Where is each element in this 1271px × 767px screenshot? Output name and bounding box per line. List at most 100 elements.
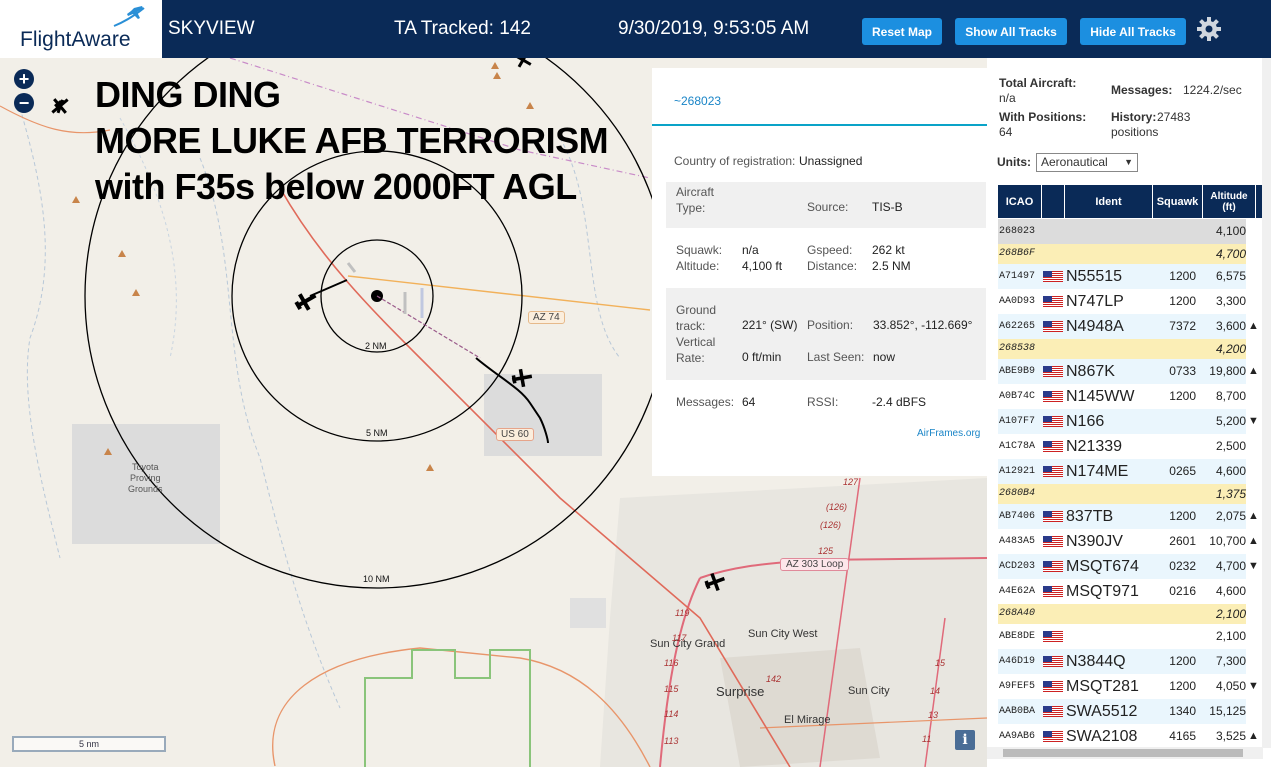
row-icao: 268538: [999, 343, 1036, 354]
aircraft-icon[interactable]: [47, 93, 74, 120]
table-row[interactable]: AA9AB6 SWA2108 4165 3,525 ▲: [998, 724, 1259, 749]
row-altitude: 4,200: [1215, 342, 1246, 356]
logo-plane-icon: [113, 6, 145, 27]
place-label: Sun City: [848, 685, 890, 697]
row-icao: A46D19: [999, 656, 1036, 667]
table-row[interactable]: A62265 N4948A 7372 3,600 ▲: [998, 314, 1259, 339]
col-ident[interactable]: Ident: [1065, 185, 1153, 218]
aircraft-icon[interactable]: [511, 58, 535, 71]
road-label-az74: AZ 74: [528, 311, 565, 324]
map-info-button[interactable]: i: [955, 730, 975, 750]
table-row[interactable]: A4E62A MSQT971 0216 4,600: [998, 579, 1246, 604]
road-number: 14: [930, 686, 941, 696]
units-select[interactable]: Aeronautical ▼: [1036, 153, 1138, 172]
road-number: 113: [664, 736, 679, 746]
row-altitude: 1,375: [1215, 487, 1246, 501]
table-row[interactable]: 268A40 2,100: [998, 604, 1246, 624]
us-flag-icon: [1043, 631, 1063, 642]
table-row[interactable]: A9FEF5 MSQT281 1200 4,050 ▼: [998, 674, 1259, 699]
row-altitude: 3,300: [1215, 294, 1246, 308]
ground-track-value: 221° (SW): [742, 318, 798, 332]
table-row[interactable]: A0B74C N145WW 1200 8,700: [998, 384, 1246, 409]
vertical-scrollbar[interactable]: [1262, 58, 1271, 748]
place-label: Sun City West: [748, 628, 818, 640]
us-flag-icon: [1043, 441, 1063, 452]
table-row[interactable]: AAB0BA SWA5512 1340 15,125: [998, 699, 1246, 724]
zoom-out-button[interactable]: −: [14, 93, 34, 113]
us-flag-icon: [1043, 466, 1063, 477]
row-altitude: 3,600: [1215, 319, 1246, 333]
position-label: Position:: [807, 318, 854, 332]
row-icao: AB7406: [999, 511, 1036, 522]
overlay-text-line: MORE LUKE AFB TERRORISM: [95, 120, 609, 161]
us-flag-icon: [1043, 391, 1063, 402]
table-row[interactable]: A71497 N55515 1200 6,575: [998, 264, 1246, 289]
row-altitude-trend: ▲: [1248, 535, 1259, 547]
table-row[interactable]: AA0D93 N747LP 1200 3,300: [998, 289, 1246, 314]
table-row[interactable]: 268538 4,200: [998, 339, 1246, 359]
row-squawk: 1200: [1169, 654, 1196, 668]
row-icao: A4E62A: [999, 586, 1036, 597]
table-row[interactable]: AB7406 837TB 1200 2,075 ▲: [998, 504, 1259, 529]
row-altitude: 4,600: [1215, 464, 1246, 478]
road-number: 117: [672, 633, 687, 643]
table-row[interactable]: A12921 N174ME 0265 4,600: [998, 459, 1246, 484]
table-row[interactable]: 2680B4 1,375: [998, 484, 1246, 504]
col-flag[interactable]: [1042, 185, 1065, 218]
place-label: Sun City Grand: [650, 638, 726, 650]
squawk-label: Squawk:: [676, 243, 723, 257]
col-altitude[interactable]: Altitude (ft): [1203, 185, 1256, 218]
hide-all-tracks-button[interactable]: Hide All Tracks: [1080, 18, 1186, 45]
row-altitude: 19,800: [1209, 364, 1246, 378]
row-altitude: 4,700: [1215, 559, 1246, 573]
table-row[interactable]: ACD203 MSQT674 0232 4,700 ▼: [998, 554, 1259, 579]
road-number: 116: [664, 658, 679, 668]
selected-aircraft-icon[interactable]: [292, 288, 320, 315]
row-icao: ACD203: [999, 561, 1036, 572]
zoom-in-button[interactable]: +: [14, 69, 34, 89]
row-altitude-trend: ▲: [1248, 730, 1259, 742]
row-ident: MSQT971: [1066, 583, 1139, 600]
scrollbar-thumb[interactable]: [1003, 749, 1243, 757]
row-icao: 2680B4: [999, 488, 1036, 499]
table-row[interactable]: A483A5 N390JV 2601 10,700 ▲: [998, 529, 1259, 554]
row-altitude-trend: ▼: [1248, 415, 1259, 427]
urban-area: [720, 648, 880, 767]
road-number: 142: [766, 674, 782, 684]
messages-rate-label: Messages:: [1111, 83, 1173, 97]
show-all-tracks-button[interactable]: Show All Tracks: [955, 18, 1067, 45]
table-row[interactable]: ABE9B9 N867K 0733 19,800 ▲: [998, 359, 1259, 384]
col-squawk[interactable]: Squawk: [1153, 185, 1203, 218]
table-row[interactable]: A1C78A N21339 2,500: [998, 434, 1246, 459]
table-row[interactable]: A46D19 N3844Q 1200 7,300: [998, 649, 1246, 674]
row-icao: 268023: [999, 226, 1036, 237]
overlay-text-line: with F35s below 2000FT AGL: [95, 166, 577, 207]
row-altitude: 4,700: [1215, 247, 1246, 261]
row-ident: N145WW: [1066, 388, 1135, 405]
reset-map-button[interactable]: Reset Map: [862, 18, 942, 45]
popup-icao-link[interactable]: ~268023: [674, 94, 721, 108]
horizontal-scrollbar[interactable]: [987, 747, 1263, 759]
table-row[interactable]: 268B6F 4,700: [998, 244, 1246, 264]
row-ident: N747LP: [1066, 293, 1124, 310]
last-seen-value: now: [873, 350, 896, 364]
table-row[interactable]: A107F7 N166 5,200 ▼: [998, 409, 1259, 434]
ring-label-5nm: 5 NM: [366, 428, 388, 438]
gspeed-value: 262 kt: [872, 243, 905, 257]
row-ident: 837TB: [1066, 508, 1114, 525]
airframes-link[interactable]: AirFrames.org: [917, 428, 980, 439]
flightaware-logo[interactable]: FlightAware: [0, 0, 162, 58]
row-ident: N390JV: [1066, 533, 1123, 550]
position-value: 33.852°, -112.669°: [873, 318, 973, 332]
table-row[interactable]: 268023 4,100: [998, 219, 1246, 244]
total-aircraft-label: Total Aircraft:: [999, 76, 1077, 90]
row-icao: ABE9B9: [999, 366, 1036, 377]
top-bar: FlightAware SKYVIEW TA Tracked: 142 9/30…: [0, 0, 1271, 58]
row-squawk: 0733: [1169, 364, 1196, 378]
place-label: El Mirage: [784, 714, 831, 726]
table-row[interactable]: ABE8DE 2,100: [998, 624, 1246, 649]
row-altitude: 3,525: [1215, 729, 1246, 743]
altitude-value: 4,100 ft: [742, 259, 783, 273]
col-icao[interactable]: ICAO: [998, 185, 1042, 218]
gear-icon[interactable]: [1196, 16, 1222, 42]
